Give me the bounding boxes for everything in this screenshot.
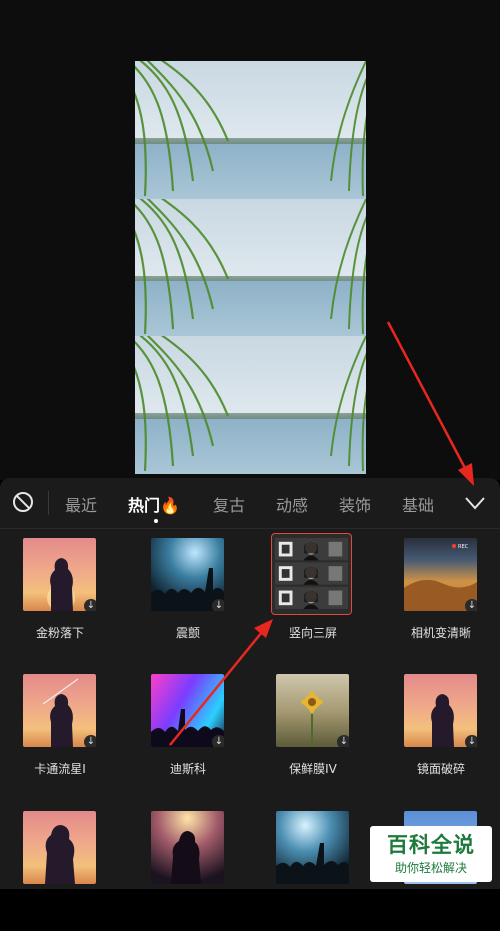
divider	[48, 491, 49, 515]
effect-thumbnail: REC ↓	[404, 538, 477, 611]
chevron-down-icon[interactable]	[464, 494, 486, 512]
tab-basic[interactable]: 基础	[402, 492, 434, 516]
effect-item[interactable]: ↓ 保鲜膜IV	[258, 674, 368, 794]
tab-decoration[interactable]: 装饰	[339, 492, 371, 516]
effect-thumbnail: ↓	[151, 674, 224, 747]
download-icon[interactable]: ↓	[84, 735, 96, 747]
video-preview[interactable]	[135, 61, 366, 475]
effect-thumbnail: ↓	[404, 674, 477, 747]
download-icon[interactable]: ↓	[465, 735, 477, 747]
effect-label: 竖向三屏	[288, 626, 337, 640]
effect-thumbnail	[23, 811, 96, 884]
video-preview-area	[0, 0, 500, 480]
download-icon[interactable]: ↓	[465, 599, 477, 611]
effect-item[interactable]: REC ↓ 相机变清晰	[386, 538, 496, 658]
effect-category-tabs: 最近 热门🔥 复古 动感 装饰 基础	[0, 478, 500, 528]
panel-separator	[0, 528, 500, 529]
download-icon[interactable]: ↓	[84, 599, 96, 611]
preview-frame	[135, 198, 366, 337]
watermark-logo: 百科全说 助你轻松解决	[370, 826, 492, 882]
download-icon[interactable]: ↓	[212, 599, 224, 611]
effect-thumbnail: ↓	[151, 538, 224, 611]
effect-item[interactable]	[258, 811, 368, 931]
effect-label: 镜面破碎	[416, 762, 465, 776]
effect-thumbnail: ↓	[23, 538, 96, 611]
effect-item[interactable]: ↓ 震颤	[133, 538, 243, 658]
effect-item[interactable]	[133, 811, 243, 931]
no-effect-icon[interactable]	[12, 491, 34, 513]
tab-hot[interactable]: 热门🔥	[128, 492, 180, 516]
tab-recent[interactable]: 最近	[65, 492, 97, 516]
active-tab-indicator	[154, 519, 158, 523]
effect-thumbnail	[276, 811, 349, 884]
effect-item[interactable]: ↓ 卡通流星I	[5, 674, 115, 794]
effect-label: 卡通流星I	[34, 762, 86, 776]
tab-dynamic[interactable]: 动感	[276, 492, 308, 516]
preview-frame	[135, 336, 366, 475]
watermark-title: 百科全说	[387, 833, 475, 857]
preview-frame	[135, 61, 366, 199]
download-icon[interactable]: ↓	[337, 735, 349, 747]
effect-item[interactable]: ↓ 金粉落下	[5, 538, 115, 658]
effect-thumbnail: ↓	[276, 674, 349, 747]
effect-thumbnail	[151, 811, 224, 884]
effect-thumbnail-selected: ↓	[271, 533, 352, 615]
effect-label: 震颤	[175, 626, 200, 640]
effect-label: 金粉落下	[35, 626, 84, 640]
effect-label: 保鲜膜IV	[289, 762, 337, 776]
effect-thumbnail: ↓	[23, 674, 96, 747]
effect-item[interactable]: ↓ 迪斯科	[133, 674, 243, 794]
effect-item[interactable]: ↓ 镜面破碎	[386, 674, 496, 794]
effect-label: 相机变清晰	[410, 626, 471, 640]
effect-item[interactable]	[5, 811, 115, 931]
watermark-subtitle: 助你轻松解决	[394, 861, 467, 875]
effect-label: 迪斯科	[169, 762, 206, 776]
effect-item[interactable]: ↓ 竖向三屏	[258, 533, 368, 658]
download-icon[interactable]: ↓	[212, 735, 224, 747]
tab-retro[interactable]: 复古	[213, 492, 245, 516]
rec-text: REC	[458, 544, 469, 550]
